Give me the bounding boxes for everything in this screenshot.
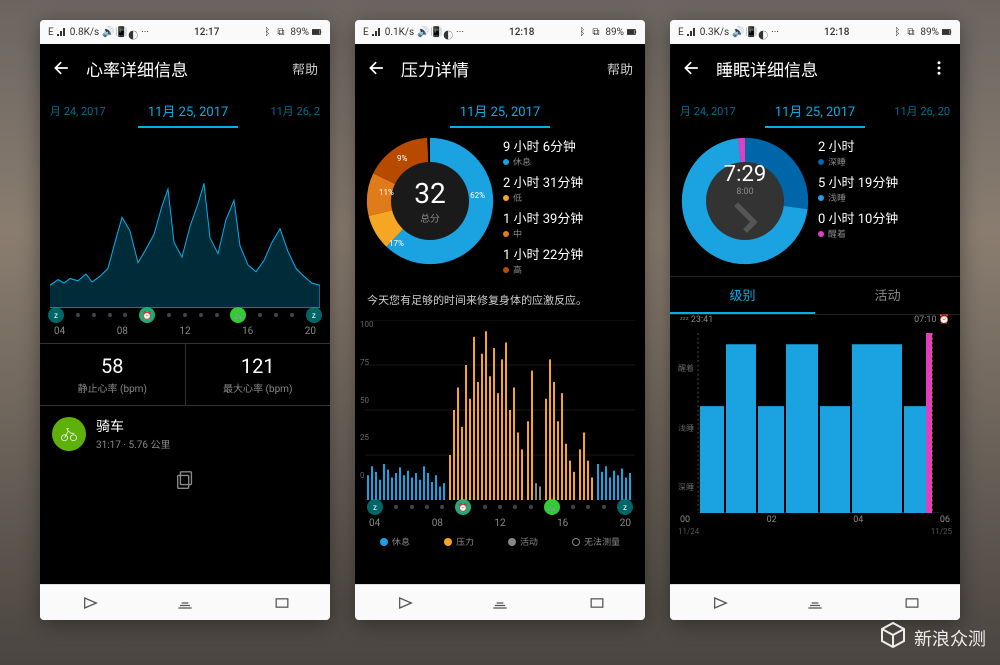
stress-score: 32 bbox=[414, 177, 445, 210]
x-axis: 0408 1216 20 bbox=[40, 322, 330, 337]
status-bar: E 0.8K/s 🔊 📳 ◐ ··· 12:17 ᛒ ⧉ 89% bbox=[40, 20, 330, 44]
page-title: 压力详情 bbox=[401, 56, 607, 81]
phone-sleep: E 0.3K/s 🔊📳◐··· 12:18 ᛒ⧉ 89% 睡眠详细信息 月 24… bbox=[670, 20, 960, 620]
status-bar: E 0.3K/s 🔊📳◐··· 12:18 ᛒ⧉ 89% bbox=[670, 20, 960, 44]
bike-icon: 🚲 bbox=[230, 307, 246, 323]
app-header: 压力详情 帮助 bbox=[355, 44, 645, 92]
battery-text: 89% bbox=[290, 27, 309, 38]
signal-label: E bbox=[48, 27, 54, 38]
status-time: 12:18 bbox=[468, 27, 575, 38]
more-icon: ··· bbox=[141, 27, 149, 38]
nav-recents-icon[interactable] bbox=[272, 596, 292, 610]
alarm-icon: ⏰ bbox=[455, 499, 471, 515]
status-time: 12:18 bbox=[783, 27, 890, 38]
battery-icon bbox=[312, 27, 322, 37]
wifi-icon: ⧉ bbox=[277, 27, 287, 37]
nav-home-icon[interactable] bbox=[490, 596, 510, 610]
hr-stats: 58 静止心率 (bpm) 121 最大心率 (bpm) bbox=[40, 343, 330, 406]
cube-icon bbox=[878, 620, 908, 655]
activity-sub: 31:17 · 5.76 公里 bbox=[96, 436, 170, 451]
date-next[interactable]: 11月 26, 20 bbox=[894, 103, 950, 119]
stress-bar-chart: 10075 5025 0 bbox=[365, 320, 635, 500]
sound-icon: 🔊 bbox=[102, 27, 112, 37]
nav-recents-icon[interactable] bbox=[902, 596, 922, 610]
net-speed: 0.1K/s bbox=[385, 27, 414, 38]
battery-icon bbox=[627, 27, 637, 37]
alarm-icon: ⏰ bbox=[139, 307, 155, 323]
signal-icon bbox=[57, 27, 67, 37]
phone-stress: E 0.1K/s 🔊📳◐··· 12:18 ᛒ⧉ 89% 压力详情 帮助 11月… bbox=[355, 20, 645, 620]
resting-hr: 58 静止心率 (bpm) bbox=[40, 344, 185, 405]
help-button[interactable]: 帮助 bbox=[607, 59, 633, 78]
phone-heart-rate: E 0.8K/s 🔊 📳 ◐ ··· 12:17 ᛒ ⧉ 89% 心率详细信息 … bbox=[40, 20, 330, 620]
tab-level[interactable]: 级别 bbox=[670, 277, 815, 314]
bike-icon: 🚲 bbox=[544, 499, 560, 515]
sleep-end-icon: z bbox=[306, 307, 322, 323]
signal-icon bbox=[687, 27, 697, 37]
sleep-start-icon: z bbox=[48, 307, 64, 323]
nav-bar bbox=[355, 584, 645, 620]
stress-breakdown: 9 小时 6分钟休息 2 小时 31分钟低 1 小时 39分钟中 1 小时 22… bbox=[503, 136, 635, 276]
sleep-time-range: ᶻᶻᶻ 23:41 07:10 ⏰ bbox=[670, 315, 960, 325]
date-current: 11月 25, 2017 bbox=[138, 95, 238, 128]
status-bar: E 0.1K/s 🔊📳◐··· 12:18 ᛒ⧉ 89% bbox=[355, 20, 645, 44]
app-header: 睡眠详细信息 bbox=[670, 44, 960, 92]
sleep-level-chart: 醒着 浅睡 深睡 bbox=[680, 333, 950, 513]
date-current: 11月 25, 2017 bbox=[765, 95, 865, 128]
copy-icon[interactable] bbox=[40, 469, 330, 495]
timeline-markers: z ⏰ 🚲 z bbox=[40, 308, 330, 322]
date-selector[interactable]: 月 24, 2017 11月 25, 2017 11月 26, 20 bbox=[670, 92, 960, 130]
nav-bar bbox=[40, 584, 330, 620]
nav-back-icon[interactable] bbox=[78, 596, 98, 610]
stress-donut: 32 总分 62% 9% 11% 17% bbox=[365, 136, 495, 266]
net-speed: 0.3K/s bbox=[700, 27, 729, 38]
status-time: 12:17 bbox=[153, 27, 260, 38]
chart-legend: 休息 压力 活动 无法测量 bbox=[355, 535, 645, 548]
sleep-end-icon: z bbox=[617, 499, 633, 515]
back-icon[interactable] bbox=[52, 58, 72, 78]
sleep-start-icon: z bbox=[367, 499, 383, 515]
nav-recents-icon[interactable] bbox=[587, 596, 607, 610]
date-prev[interactable]: 月 24, 2017 bbox=[50, 103, 106, 119]
battery-icon bbox=[942, 27, 952, 37]
sleep-donut: 7:29 8:00 bbox=[680, 136, 810, 266]
alarm-icon: ⏰ bbox=[939, 315, 950, 325]
date-prev[interactable]: 月 24, 2017 bbox=[680, 103, 736, 119]
date-selector[interactable]: 11月 25, 2017 bbox=[355, 92, 645, 130]
date-next[interactable]: 11月 26, 2 bbox=[270, 103, 320, 119]
timeline-markers: z ⏰ 🚲 z bbox=[355, 500, 645, 514]
heart-rate-chart bbox=[50, 138, 320, 308]
date-current: 11月 25, 2017 bbox=[450, 95, 550, 128]
max-hr: 121 最大心率 (bpm) bbox=[185, 344, 331, 405]
nav-bar bbox=[670, 584, 960, 620]
activity-name: 骑车 bbox=[96, 416, 170, 436]
bluetooth-icon: ᛒ bbox=[264, 27, 274, 37]
check-icon bbox=[724, 180, 767, 258]
stress-message: 今天您有足够的时间来修复身体的应激反应。 bbox=[355, 286, 645, 314]
more-icon[interactable] bbox=[930, 59, 948, 77]
back-icon[interactable] bbox=[367, 58, 387, 78]
back-icon[interactable] bbox=[682, 58, 702, 78]
nav-home-icon[interactable] bbox=[805, 596, 825, 610]
watermark: 新浪众测 bbox=[878, 620, 986, 655]
nav-back-icon[interactable] bbox=[393, 596, 413, 610]
nav-back-icon[interactable] bbox=[708, 596, 728, 610]
tab-activity[interactable]: 活动 bbox=[815, 277, 960, 314]
page-title: 睡眠详细信息 bbox=[716, 56, 930, 81]
nav-home-icon[interactable] bbox=[175, 596, 195, 610]
net-speed: 0.8K/s bbox=[70, 27, 99, 38]
help-button[interactable]: 帮助 bbox=[292, 59, 318, 78]
sleep-breakdown: 2 小时深睡 5 小时 19分钟浅睡 0 小时 10分钟醒着 bbox=[818, 136, 950, 266]
date-selector[interactable]: 月 24, 2017 11月 25, 2017 11月 26, 2 bbox=[40, 92, 330, 130]
weibo-icon: ◐ bbox=[128, 27, 138, 37]
signal-icon bbox=[372, 27, 382, 37]
cycling-icon bbox=[52, 417, 86, 451]
sleep-tabs: 级别 活动 bbox=[670, 276, 960, 315]
x-axis: 0002 0406 bbox=[670, 513, 960, 525]
vibrate-icon: 📳 bbox=[115, 27, 125, 37]
page-title: 心率详细信息 bbox=[86, 56, 292, 81]
activity-row[interactable]: 骑车 31:17 · 5.76 公里 bbox=[40, 406, 330, 461]
app-header: 心率详细信息 帮助 bbox=[40, 44, 330, 92]
